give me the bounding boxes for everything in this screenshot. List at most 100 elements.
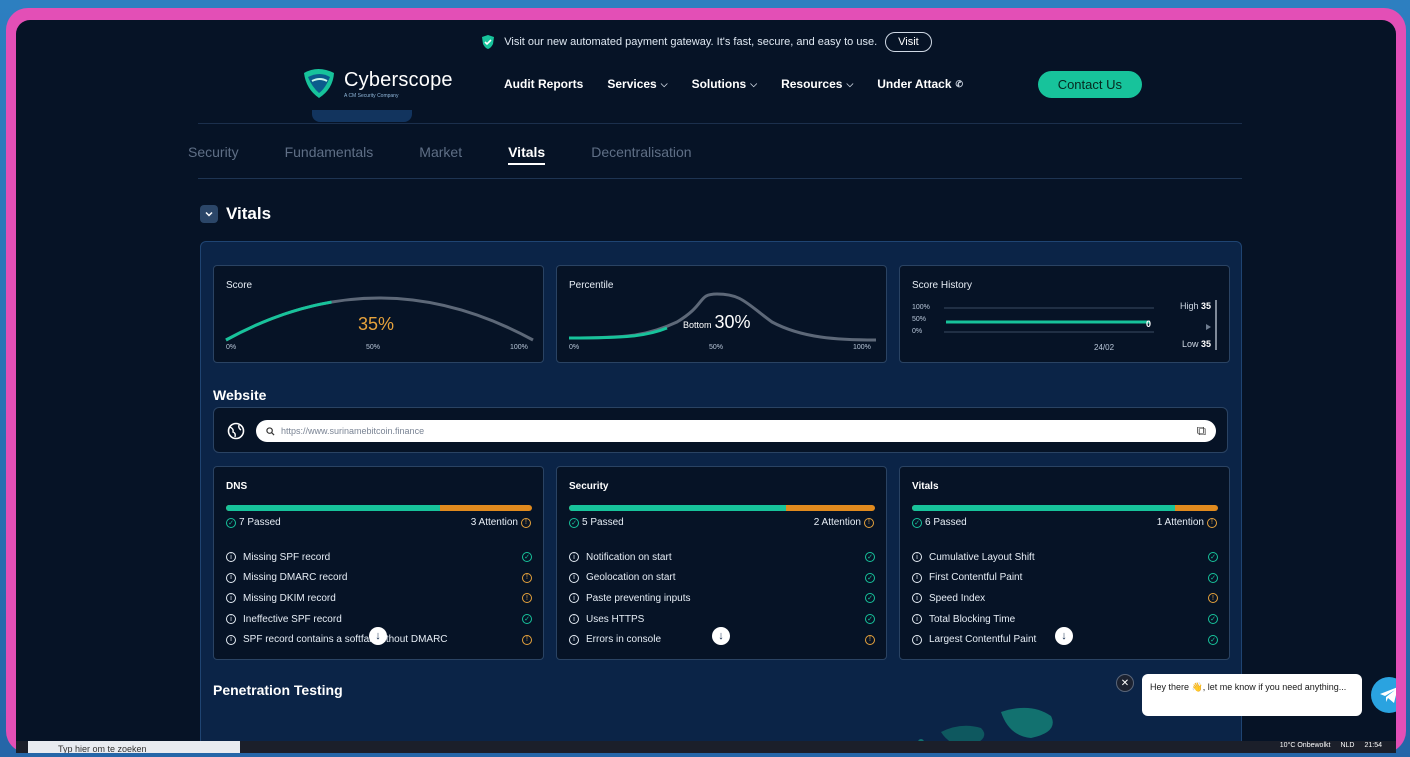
contact-us-button[interactable]: Contact Us bbox=[1037, 70, 1142, 98]
check-row[interactable]: i First Contentful Paint ✓ bbox=[912, 568, 1218, 589]
nav-solutions[interactable]: Solutions ⌵ bbox=[692, 77, 758, 91]
expand-down-button[interactable]: ↓ bbox=[1055, 627, 1073, 645]
check-circle-icon: ✓ bbox=[1208, 614, 1218, 625]
expand-down-button[interactable]: ↓ bbox=[369, 627, 387, 645]
brand-logo[interactable]: Cyberscope A CM Security Company bbox=[300, 67, 490, 101]
info-icon: i bbox=[912, 634, 922, 645]
warning-circle-icon: ! bbox=[865, 634, 875, 645]
tabs-divider bbox=[198, 178, 1242, 179]
tab-security[interactable]: Security bbox=[188, 144, 239, 165]
history-current-value: 0 bbox=[1145, 319, 1151, 329]
passed-label: 5 Passed bbox=[582, 517, 624, 528]
gauge-tick: 0% bbox=[569, 344, 580, 351]
history-high: High 35 bbox=[1180, 301, 1211, 311]
pentest-title: Penetration Testing bbox=[213, 682, 343, 698]
card-title: Security bbox=[569, 481, 609, 492]
nav-services[interactable]: Services ⌵ bbox=[607, 77, 667, 91]
nav-label: Audit Reports bbox=[504, 77, 584, 91]
nav-resources[interactable]: Resources ⌵ bbox=[781, 77, 853, 91]
check-row[interactable]: i Notification on start ✓ bbox=[569, 547, 875, 568]
progress-fill bbox=[226, 505, 441, 511]
globe-icon bbox=[227, 422, 245, 440]
passed-count: ✓ 6 Passed bbox=[912, 517, 967, 528]
attention-count: 1 Attention! bbox=[1157, 517, 1217, 528]
chat-bubble[interactable]: Hey there 👋, let me know if you need any… bbox=[1142, 674, 1362, 716]
chat-close-button[interactable]: ✕ bbox=[1116, 674, 1134, 692]
info-icon: i bbox=[569, 593, 579, 604]
check-row[interactable]: i Missing DKIM record! bbox=[226, 588, 532, 609]
vitals-card: Vitals ✓ 6 Passed 1 Attention! i Cumulativ… bbox=[899, 466, 1230, 660]
check-row[interactable]: i Missing SPF record ✓ bbox=[226, 547, 532, 568]
brand-name: Cyberscope bbox=[344, 69, 453, 91]
collapse-chevron-icon[interactable] bbox=[200, 205, 218, 223]
info-icon: i bbox=[569, 552, 579, 563]
warning-circle-icon: ! bbox=[521, 517, 531, 528]
external-link-icon[interactable]: ⧉ bbox=[1197, 423, 1206, 439]
card-title: DNS bbox=[226, 481, 248, 492]
progress-bar bbox=[226, 505, 532, 511]
check-circle-icon: ✓ bbox=[522, 614, 532, 625]
check-name: Missing DKIM record bbox=[243, 592, 336, 604]
check-circle-icon: ✓ bbox=[522, 552, 532, 563]
progress-fill bbox=[569, 505, 787, 511]
language-indicator[interactable]: NLD bbox=[1340, 741, 1354, 751]
check-circle-icon: ✓ bbox=[1208, 572, 1218, 583]
tab-fundamentals[interactable]: Fundamentals bbox=[285, 144, 374, 165]
history-current: 0 bbox=[1146, 319, 1151, 329]
tab-vitals[interactable]: Vitals bbox=[508, 144, 546, 165]
check-name: Geolocation on start bbox=[586, 572, 676, 584]
attention-count: 2 Attention! bbox=[814, 517, 874, 528]
warning-circle-icon: ! bbox=[522, 572, 532, 583]
nav-label: Under Attack bbox=[877, 77, 952, 91]
check-name: Paste preventing inputs bbox=[586, 592, 691, 604]
tab-decentralisation[interactable]: Decentralisation bbox=[591, 144, 691, 165]
check-name: Total Blocking Time bbox=[929, 613, 1016, 625]
gauge-tick: 0% bbox=[226, 344, 237, 351]
telegram-chat-button[interactable] bbox=[1371, 677, 1396, 713]
tab-market[interactable]: Market bbox=[419, 144, 462, 165]
history-low: Low 35 bbox=[1182, 339, 1211, 349]
taskbar-search[interactable]: Typ hier om te zoeken bbox=[28, 741, 240, 753]
website-box: https://www.surinamebitcoin.finance ⧉ bbox=[213, 407, 1228, 453]
visit-button[interactable]: Visit bbox=[885, 32, 932, 52]
website-url-field[interactable]: https://www.surinamebitcoin.finance ⧉ bbox=[256, 420, 1216, 442]
check-name: Uses HTTPS bbox=[586, 613, 645, 625]
check-circle-icon: ✓ bbox=[569, 517, 579, 528]
check-row[interactable]: i Paste preventing inputs ✓ bbox=[569, 588, 875, 609]
info-icon: i bbox=[226, 593, 236, 604]
section-title: Vitals bbox=[226, 204, 272, 223]
gauge-tick: 100% bbox=[853, 344, 871, 351]
nav-audit-reports[interactable]: Audit Reports bbox=[504, 77, 583, 91]
shield-check-icon bbox=[482, 35, 495, 49]
card-title: Vitals bbox=[912, 481, 939, 492]
nav-label: Solutions bbox=[691, 77, 747, 91]
presentation-frame: Visit our new automated payment gateway.… bbox=[6, 8, 1406, 753]
history-date: 24/02 bbox=[1094, 343, 1115, 352]
history-high-value: 35 bbox=[1200, 301, 1211, 311]
check-circle-icon: ✓ bbox=[865, 593, 875, 604]
info-icon: i bbox=[226, 634, 236, 645]
chevron-down-icon: ⌵ bbox=[750, 78, 758, 89]
passed-count: ✓ 7 Passed bbox=[226, 517, 281, 528]
chevron-down-icon: ⌵ bbox=[846, 78, 854, 89]
system-tray: 10°C Onbewolkt NLD 21:54 bbox=[1280, 741, 1382, 751]
nav-under-attack[interactable]: Under Attack ✆ bbox=[877, 77, 963, 91]
passed-label: 7 Passed bbox=[239, 517, 281, 528]
check-circle-icon: ✓ bbox=[865, 614, 875, 625]
vitals-section-header[interactable]: Vitals bbox=[200, 204, 271, 224]
nav-label: Resources bbox=[781, 77, 843, 91]
browser-viewport: Visit our new automated payment gateway.… bbox=[16, 20, 1396, 753]
cyberscope-logo-icon bbox=[304, 69, 334, 98]
check-row[interactable]: i Speed Index! bbox=[912, 588, 1218, 609]
attention-count: 3 Attention! bbox=[471, 517, 531, 528]
expand-down-button[interactable]: ↓ bbox=[712, 627, 730, 645]
score-card: Score 35% 0% 50% 100% bbox=[213, 265, 544, 363]
check-row[interactable]: i Missing DMARC record! bbox=[226, 568, 532, 589]
check-circle-icon: ✓ bbox=[1208, 552, 1218, 563]
warning-circle-icon: ! bbox=[1207, 517, 1217, 528]
attention-label: 2 Attention bbox=[813, 517, 861, 528]
check-row[interactable]: i Geolocation on start ✓ bbox=[569, 568, 875, 589]
percentile-value: 30% bbox=[714, 312, 751, 332]
check-row[interactable]: i Cumulative Layout Shift ✓ bbox=[912, 547, 1218, 568]
progress-fill bbox=[912, 505, 1176, 511]
